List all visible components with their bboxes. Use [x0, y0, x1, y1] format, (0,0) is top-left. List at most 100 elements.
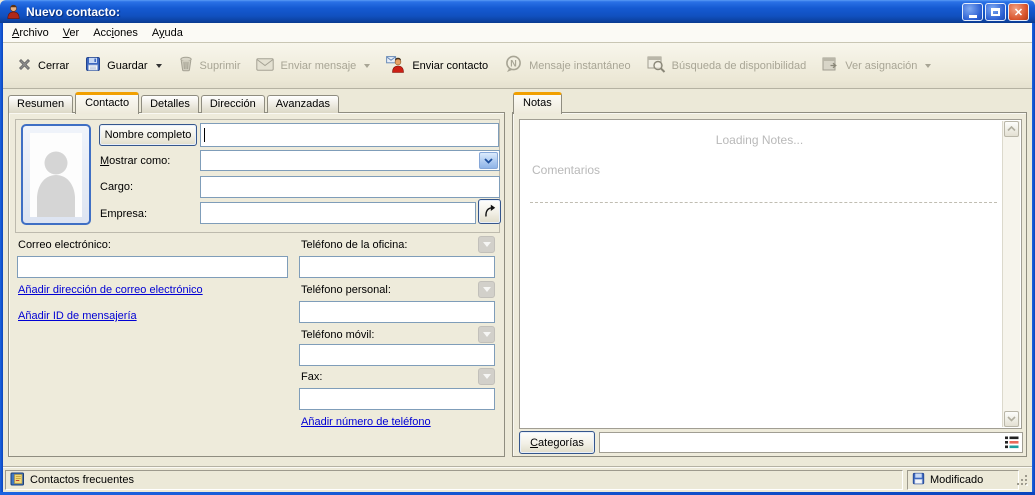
categories-input[interactable] [599, 432, 1023, 453]
chevron-down-icon [484, 155, 493, 167]
add-phone-link[interactable]: Añadir número de teléfono [301, 416, 431, 428]
save-floppy-icon [85, 56, 101, 75]
menu-archivo[interactable]: Archivo [11, 25, 50, 41]
toolbar-button-ver-asignacion[interactable]: Ver asignación [814, 52, 939, 79]
fax-input[interactable] [299, 388, 495, 410]
close-button[interactable]: ✕ [1008, 3, 1029, 21]
minimize-icon [968, 14, 977, 18]
email-input[interactable] [17, 256, 288, 278]
phone-personal-dropdown[interactable] [478, 281, 495, 298]
address-book-icon [10, 472, 25, 489]
tab-avanzadas[interactable]: Avanzadas [266, 95, 339, 113]
toolbar-button-enviar-mensaje[interactable]: Enviar mensaje [248, 54, 378, 78]
envelope-icon [256, 57, 275, 74]
triangle-down-icon [482, 242, 491, 247]
trash-icon [178, 56, 194, 75]
tab-contacto[interactable]: Contacto [75, 92, 140, 114]
person-silhouette-icon [30, 133, 82, 217]
tab-direccion[interactable]: Dirección [200, 95, 265, 113]
maximize-icon [991, 8, 1000, 16]
fax-label: Fax: [301, 371, 323, 383]
cargo-label: Cargo: [100, 181, 134, 193]
titlebar[interactable]: Nuevo contacto: ✕ [0, 0, 1035, 23]
full-name-input[interactable] [200, 123, 499, 147]
curved-arrow-icon [482, 203, 497, 221]
phone-office-input[interactable] [299, 256, 495, 278]
close-x-icon [17, 57, 32, 75]
phone-mobile-input[interactable] [299, 344, 495, 366]
resize-grip[interactable] [1016, 474, 1029, 490]
phone-office-dropdown[interactable] [478, 236, 495, 253]
contact-photo-placeholder[interactable] [21, 124, 91, 225]
empresa-input[interactable] [200, 202, 476, 224]
menu-ver[interactable]: Ver [62, 25, 81, 41]
empresa-label: Empresa: [100, 208, 148, 220]
modified-floppy-icon [912, 472, 925, 488]
menu-acciones[interactable]: Acciones [92, 25, 139, 41]
status-left-field: Contactos frecuentes [5, 470, 903, 490]
svg-text:N: N [510, 59, 517, 69]
status-right-text: Modificado [930, 474, 984, 486]
chevron-down-icon [1007, 413, 1016, 425]
categories-list-icon[interactable] [1005, 436, 1019, 449]
loading-notes-text: Loading Notes... [715, 133, 804, 147]
cargo-input[interactable] [200, 176, 500, 198]
scroll-up-button[interactable] [1004, 121, 1019, 137]
tab-resumen[interactable]: Resumen [8, 95, 74, 113]
scroll-down-button[interactable] [1004, 411, 1019, 427]
contact-person-icon [6, 4, 21, 19]
notes-panel: Loading Notes... Comentarios Categorías [512, 112, 1027, 457]
appointment-icon [822, 56, 839, 75]
toolbar-button-enviar-contacto[interactable]: Enviar contacto [378, 52, 496, 80]
comentarios-label: Comentarios [532, 163, 601, 177]
menu-ayuda[interactable]: Ayuda [151, 25, 184, 41]
phone-personal-label: Teléfono personal: [301, 284, 391, 296]
status-right-field: Modificado [907, 470, 1019, 490]
text-caret [204, 128, 205, 142]
triangle-down-icon [482, 332, 491, 337]
contact-form-panel: Nombre completo Mostrar como: Cargo: Emp… [8, 112, 505, 457]
chevron-up-icon [1007, 123, 1016, 135]
maximize-button[interactable] [985, 3, 1006, 21]
guardar-dropdown-icon[interactable] [155, 63, 162, 68]
add-im-link[interactable]: Añadir ID de mensajería [18, 310, 137, 322]
contact-tab-strip: Resumen Contacto Detalles Dirección Avan… [8, 91, 341, 114]
add-email-link[interactable]: Añadir dirección de correo electrónico [18, 284, 203, 296]
toolbar-button-suprimir[interactable]: Suprimir [170, 52, 249, 79]
phone-office-label: Teléfono de la oficina: [301, 239, 408, 251]
close-icon: ✕ [1013, 6, 1024, 19]
phone-mobile-dropdown[interactable] [478, 326, 495, 343]
display-as-combobox[interactable] [200, 150, 500, 171]
mostrar-como-label: Mostrar como: [100, 155, 171, 167]
combo-dropdown-button[interactable] [479, 152, 498, 169]
status-left-text: Contactos frecuentes [30, 474, 134, 486]
tab-detalles[interactable]: Detalles [141, 95, 199, 113]
toolbar-button-cerrar[interactable]: Cerrar [9, 53, 77, 79]
tab-notas[interactable]: Notas [513, 92, 562, 114]
instant-message-icon: N [504, 55, 523, 76]
categorias-button[interactable]: Categorías [519, 431, 595, 454]
ver-asignacion-dropdown-icon[interactable] [925, 63, 932, 68]
goto-company-button[interactable] [478, 199, 501, 224]
toolbar-button-mensaje-instantaneo[interactable]: N Mensaje instantáneo [496, 51, 639, 80]
notes-divider [530, 202, 997, 203]
availability-search-icon [647, 56, 666, 76]
new-contact-window: Nuevo contacto: ✕ Archivo Ver Acciones A… [0, 0, 1035, 495]
send-contact-icon [386, 55, 406, 76]
email-label: Correo electrónico: [18, 239, 111, 251]
minimize-button[interactable] [962, 3, 983, 21]
status-bar: Contactos frecuentes Modificado [3, 466, 1032, 493]
triangle-down-icon [482, 374, 491, 379]
triangle-down-icon [482, 287, 491, 292]
notes-scrollbar[interactable] [1002, 121, 1020, 427]
toolbar-button-busqueda-disponibilidad[interactable]: Búsqueda de disponibilidad [639, 52, 815, 80]
phone-personal-input[interactable] [299, 301, 495, 323]
enviar-mensaje-dropdown-icon[interactable] [364, 63, 371, 68]
toolbar-button-guardar[interactable]: Guardar [77, 52, 169, 79]
phone-mobile-label: Teléfono móvil: [301, 329, 375, 341]
window-title: Nuevo contacto: [26, 4, 121, 19]
fax-dropdown[interactable] [478, 368, 495, 385]
nombre-completo-button[interactable]: Nombre completo [99, 124, 197, 146]
notes-area[interactable]: Loading Notes... Comentarios [519, 119, 1022, 429]
toolbar: Cerrar Guardar Suprimir Enviar mensaje E… [3, 43, 1032, 89]
